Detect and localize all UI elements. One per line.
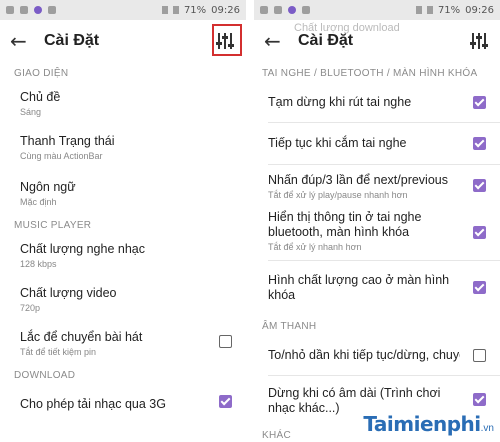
- silence-checkbox[interactable]: [473, 393, 486, 406]
- setting-title: Cho phép tải nhạc qua 3G: [20, 397, 166, 411]
- watermark-logo: Taimienphi .vn: [363, 412, 494, 436]
- setting-language[interactable]: Ngôn ngữ Mặc định: [0, 168, 246, 214]
- lock-hq-checkbox[interactable]: [473, 281, 486, 294]
- app-icon: [288, 6, 296, 14]
- setting-summary: Mặc định: [20, 197, 57, 207]
- settings-screen-left: 71% 09:26 ← Cài Đặt GIAO DIỆN Chủ đề Sán…: [0, 0, 246, 442]
- clock: 09:26: [465, 4, 494, 16]
- setting-lock-hq[interactable]: Hình chất lượng cao ở màn hình khóa: [254, 261, 500, 315]
- battery-level: 71%: [437, 4, 461, 16]
- app-icon: [34, 6, 42, 14]
- setting-fade[interactable]: To/nhỏ dần khi tiếp tục/dừng, chuyển b..…: [254, 336, 500, 375]
- equalizer-icon[interactable]: [468, 30, 490, 52]
- page-title: Cài Đặt: [298, 32, 354, 49]
- resume-plug-checkbox[interactable]: [473, 136, 486, 150]
- back-arrow-icon[interactable]: ←: [264, 29, 290, 53]
- previous-screen-text: Chất lượng download: [294, 22, 400, 34]
- status-bar: 71% 09:26: [254, 0, 500, 20]
- battery-level: 71%: [183, 4, 207, 16]
- setting-title: Lắc để chuyển bài hát: [20, 330, 143, 344]
- setting-video-quality[interactable]: Chất lượng video 720p: [0, 276, 246, 320]
- shake-checkbox[interactable]: [219, 335, 232, 348]
- android-icon: [48, 6, 56, 14]
- setting-title: Nhấn đúp/3 lần để next/previous: [268, 173, 448, 187]
- bt-info-checkbox[interactable]: [473, 226, 486, 239]
- panel-divider: [246, 0, 254, 442]
- highlight-frame: [212, 24, 242, 56]
- setting-statusbar[interactable]: Thanh Trạng thái Cùng màu ActionBar: [0, 124, 246, 168]
- setting-title: Hình chất lượng cao ở màn hình khóa: [268, 273, 450, 302]
- setting-summary: Cùng màu ActionBar: [20, 151, 103, 161]
- watermark-tld: .vn: [480, 423, 494, 434]
- setting-summary: Tắt để tiết kiệm pin: [20, 347, 97, 357]
- watermark-brand: Taimienphi: [363, 412, 481, 436]
- setting-title: Chất lượng video: [20, 286, 117, 300]
- setting-title: Tạm dừng khi rút tai nghe: [268, 95, 412, 109]
- setting-summary: 720p: [20, 303, 41, 313]
- setting-bt-info[interactable]: Hiển thị thông tin ở tai nghe bluetooth,…: [254, 206, 500, 260]
- setting-theme[interactable]: Chủ đề Sáng: [0, 83, 246, 124]
- wifi-icon: [415, 6, 422, 14]
- wifi-icon: [161, 6, 168, 14]
- setting-shake[interactable]: Lắc để chuyển bài hát Tắt để tiết kiệm p…: [0, 320, 246, 364]
- signal-icon: [172, 6, 179, 14]
- image-icon: [20, 6, 28, 14]
- section-header-download: DOWNLOAD: [14, 370, 76, 381]
- setting-title: Hiển thị thông tin ở tai nghe bluetooth,…: [268, 210, 422, 239]
- setting-title: To/nhỏ dần khi tiếp tục/dừng, chuyển b..…: [268, 348, 460, 362]
- app-toolbar: ← Cài Đặt: [0, 20, 246, 62]
- setting-summary: Tắt để xử lý nhanh hơn: [268, 242, 362, 252]
- signal-icon: [426, 6, 433, 14]
- pause-unplug-checkbox[interactable]: [473, 95, 486, 109]
- section-header-music-player: MUSIC PLAYER: [14, 220, 92, 231]
- setting-resume-plug[interactable]: Tiếp tục khi cắm tai nghe: [254, 123, 500, 164]
- notification-icon: [6, 6, 14, 14]
- back-arrow-icon[interactable]: ←: [10, 29, 36, 53]
- android-icon: [302, 6, 310, 14]
- app-toolbar: Chất lượng download ← Cài Đặt: [254, 20, 500, 62]
- setting-summary: Sáng: [20, 107, 42, 117]
- settings-screen-right: 71% 09:26 Chất lượng download ← Cài Đặt …: [254, 0, 500, 442]
- double-press-checkbox[interactable]: [473, 178, 486, 192]
- setting-summary: 128 kbps: [20, 259, 57, 269]
- status-bar: 71% 09:26: [0, 0, 246, 20]
- notification-icon: [260, 6, 268, 14]
- setting-summary: Tắt để xử lý play/pause nhanh hơn: [268, 190, 408, 200]
- section-header-sound: ÂM THANH: [262, 321, 317, 332]
- page-title: Cài Đặt: [44, 32, 100, 49]
- setting-title: Thanh Trạng thái: [20, 134, 115, 148]
- setting-download-3g[interactable]: Cho phép tải nhạc qua 3G: [0, 385, 246, 419]
- download-3g-checkbox[interactable]: [219, 395, 232, 408]
- section-header-headset: TAI NGHE / BLUETOOTH / MÀN HÌNH KHÓA: [262, 68, 478, 79]
- setting-title: Chất lượng nghe nhạc: [20, 242, 145, 256]
- setting-double-press[interactable]: Nhấn đúp/3 lần để next/previous Tắt để x…: [254, 165, 500, 206]
- setting-title: Tiếp tục khi cắm tai nghe: [268, 136, 407, 150]
- fade-checkbox[interactable]: [473, 348, 486, 362]
- setting-title: Ngôn ngữ: [20, 180, 76, 194]
- setting-pause-unplug[interactable]: Tạm dừng khi rút tai nghe: [254, 83, 500, 122]
- image-icon: [274, 6, 282, 14]
- clock: 09:26: [211, 4, 240, 16]
- section-header-interface: GIAO DIỆN: [14, 68, 69, 79]
- setting-title: Chủ đề: [20, 90, 61, 104]
- setting-music-quality[interactable]: Chất lượng nghe nhạc 128 kbps: [0, 235, 246, 276]
